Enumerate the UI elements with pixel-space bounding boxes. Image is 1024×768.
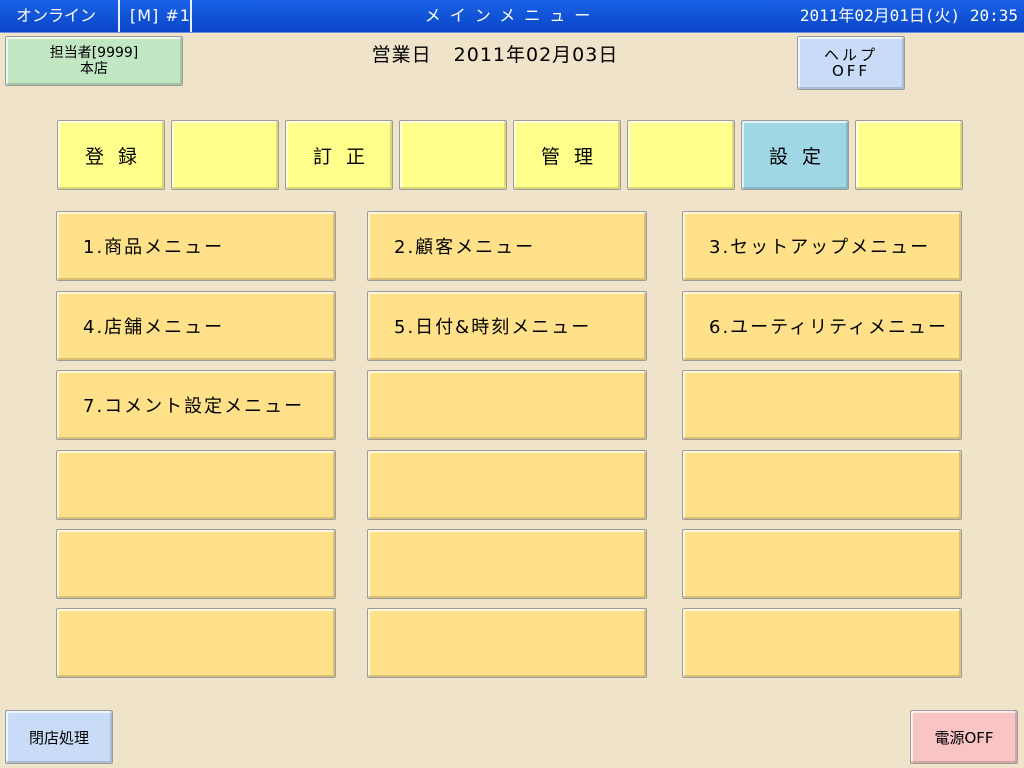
operator-id: 担当者[9999]	[49, 45, 139, 61]
power-off-label: 電源OFF	[934, 728, 994, 747]
comment-settings-menu-button[interactable]: 7.コメント設定メニュー	[56, 370, 336, 440]
tab-register[interactable]: 登録	[57, 120, 165, 190]
empty-menu-button[interactable]	[367, 529, 647, 599]
screen-title: メインメニュー	[424, 6, 600, 25]
product-menu-button[interactable]: 1.商品メニュー	[56, 211, 336, 281]
business-date-label: 営業日	[371, 44, 432, 66]
tab-label: 訂正	[312, 145, 379, 168]
status-divider	[118, 0, 120, 32]
status-bar: オンライン [M] #1 メインメニュー 2011年02月01日(火) 20:3…	[0, 0, 1024, 33]
operator-button[interactable]: 担当者[9999] 本店	[5, 36, 183, 86]
empty-menu-button[interactable]	[56, 529, 336, 599]
close-store-button[interactable]: 閉店処理	[5, 710, 113, 764]
empty-menu-button[interactable]	[367, 608, 647, 678]
help-toggle-button[interactable]: ヘルプ OFF	[797, 36, 905, 90]
setup-menu-button[interactable]: 3.セットアップメニュー	[682, 211, 962, 281]
menu-label: 7.コメント設定メニュー	[83, 396, 305, 417]
tab-empty[interactable]	[399, 120, 507, 190]
current-datetime: 2011年02月01日(火) 20:35	[799, 6, 1018, 25]
empty-menu-button[interactable]	[56, 450, 336, 520]
menu-label: 1.商品メニュー	[83, 237, 225, 258]
empty-menu-button[interactable]	[682, 450, 962, 520]
business-date-value: 2011年02月03日	[453, 44, 619, 66]
empty-menu-button[interactable]	[682, 608, 962, 678]
tab-management[interactable]: 管理	[513, 120, 621, 190]
empty-menu-button[interactable]	[56, 608, 336, 678]
help-label: ヘルプ	[823, 46, 878, 64]
close-store-label: 閉店処理	[28, 728, 89, 747]
menu-label: 4.店舗メニュー	[83, 317, 225, 338]
status-divider	[190, 0, 192, 32]
connection-status: オンライン	[16, 6, 97, 25]
date-time-menu-button[interactable]: 5.日付&時刻メニュー	[367, 291, 647, 361]
empty-menu-button[interactable]	[682, 370, 962, 440]
empty-menu-button[interactable]	[367, 450, 647, 520]
store-name: 本店	[80, 61, 108, 77]
terminal-mode: [M] #1	[130, 6, 191, 25]
empty-menu-button[interactable]	[367, 370, 647, 440]
empty-menu-button[interactable]	[682, 529, 962, 599]
menu-label: 5.日付&時刻メニュー	[394, 317, 592, 338]
tab-label: 管理	[540, 145, 607, 168]
tab-label: 登録	[84, 145, 151, 168]
tab-empty[interactable]	[171, 120, 279, 190]
customer-menu-button[interactable]: 2.顧客メニュー	[367, 211, 647, 281]
menu-label: 6.ユーティリティメニュー	[709, 317, 949, 338]
utility-menu-button[interactable]: 6.ユーティリティメニュー	[682, 291, 962, 361]
tab-empty[interactable]	[627, 120, 735, 190]
tab-correction[interactable]: 訂正	[285, 120, 393, 190]
power-off-button[interactable]: 電源OFF	[910, 710, 1018, 764]
tab-empty[interactable]	[855, 120, 963, 190]
business-date: 営業日 2011年02月03日	[300, 40, 690, 67]
store-menu-button[interactable]: 4.店舗メニュー	[56, 291, 336, 361]
help-state: OFF	[831, 62, 871, 80]
tab-settings[interactable]: 設定	[741, 120, 849, 190]
menu-label: 3.セットアップメニュー	[709, 237, 931, 258]
tab-label: 設定	[768, 145, 835, 168]
menu-label: 2.顧客メニュー	[394, 237, 536, 258]
